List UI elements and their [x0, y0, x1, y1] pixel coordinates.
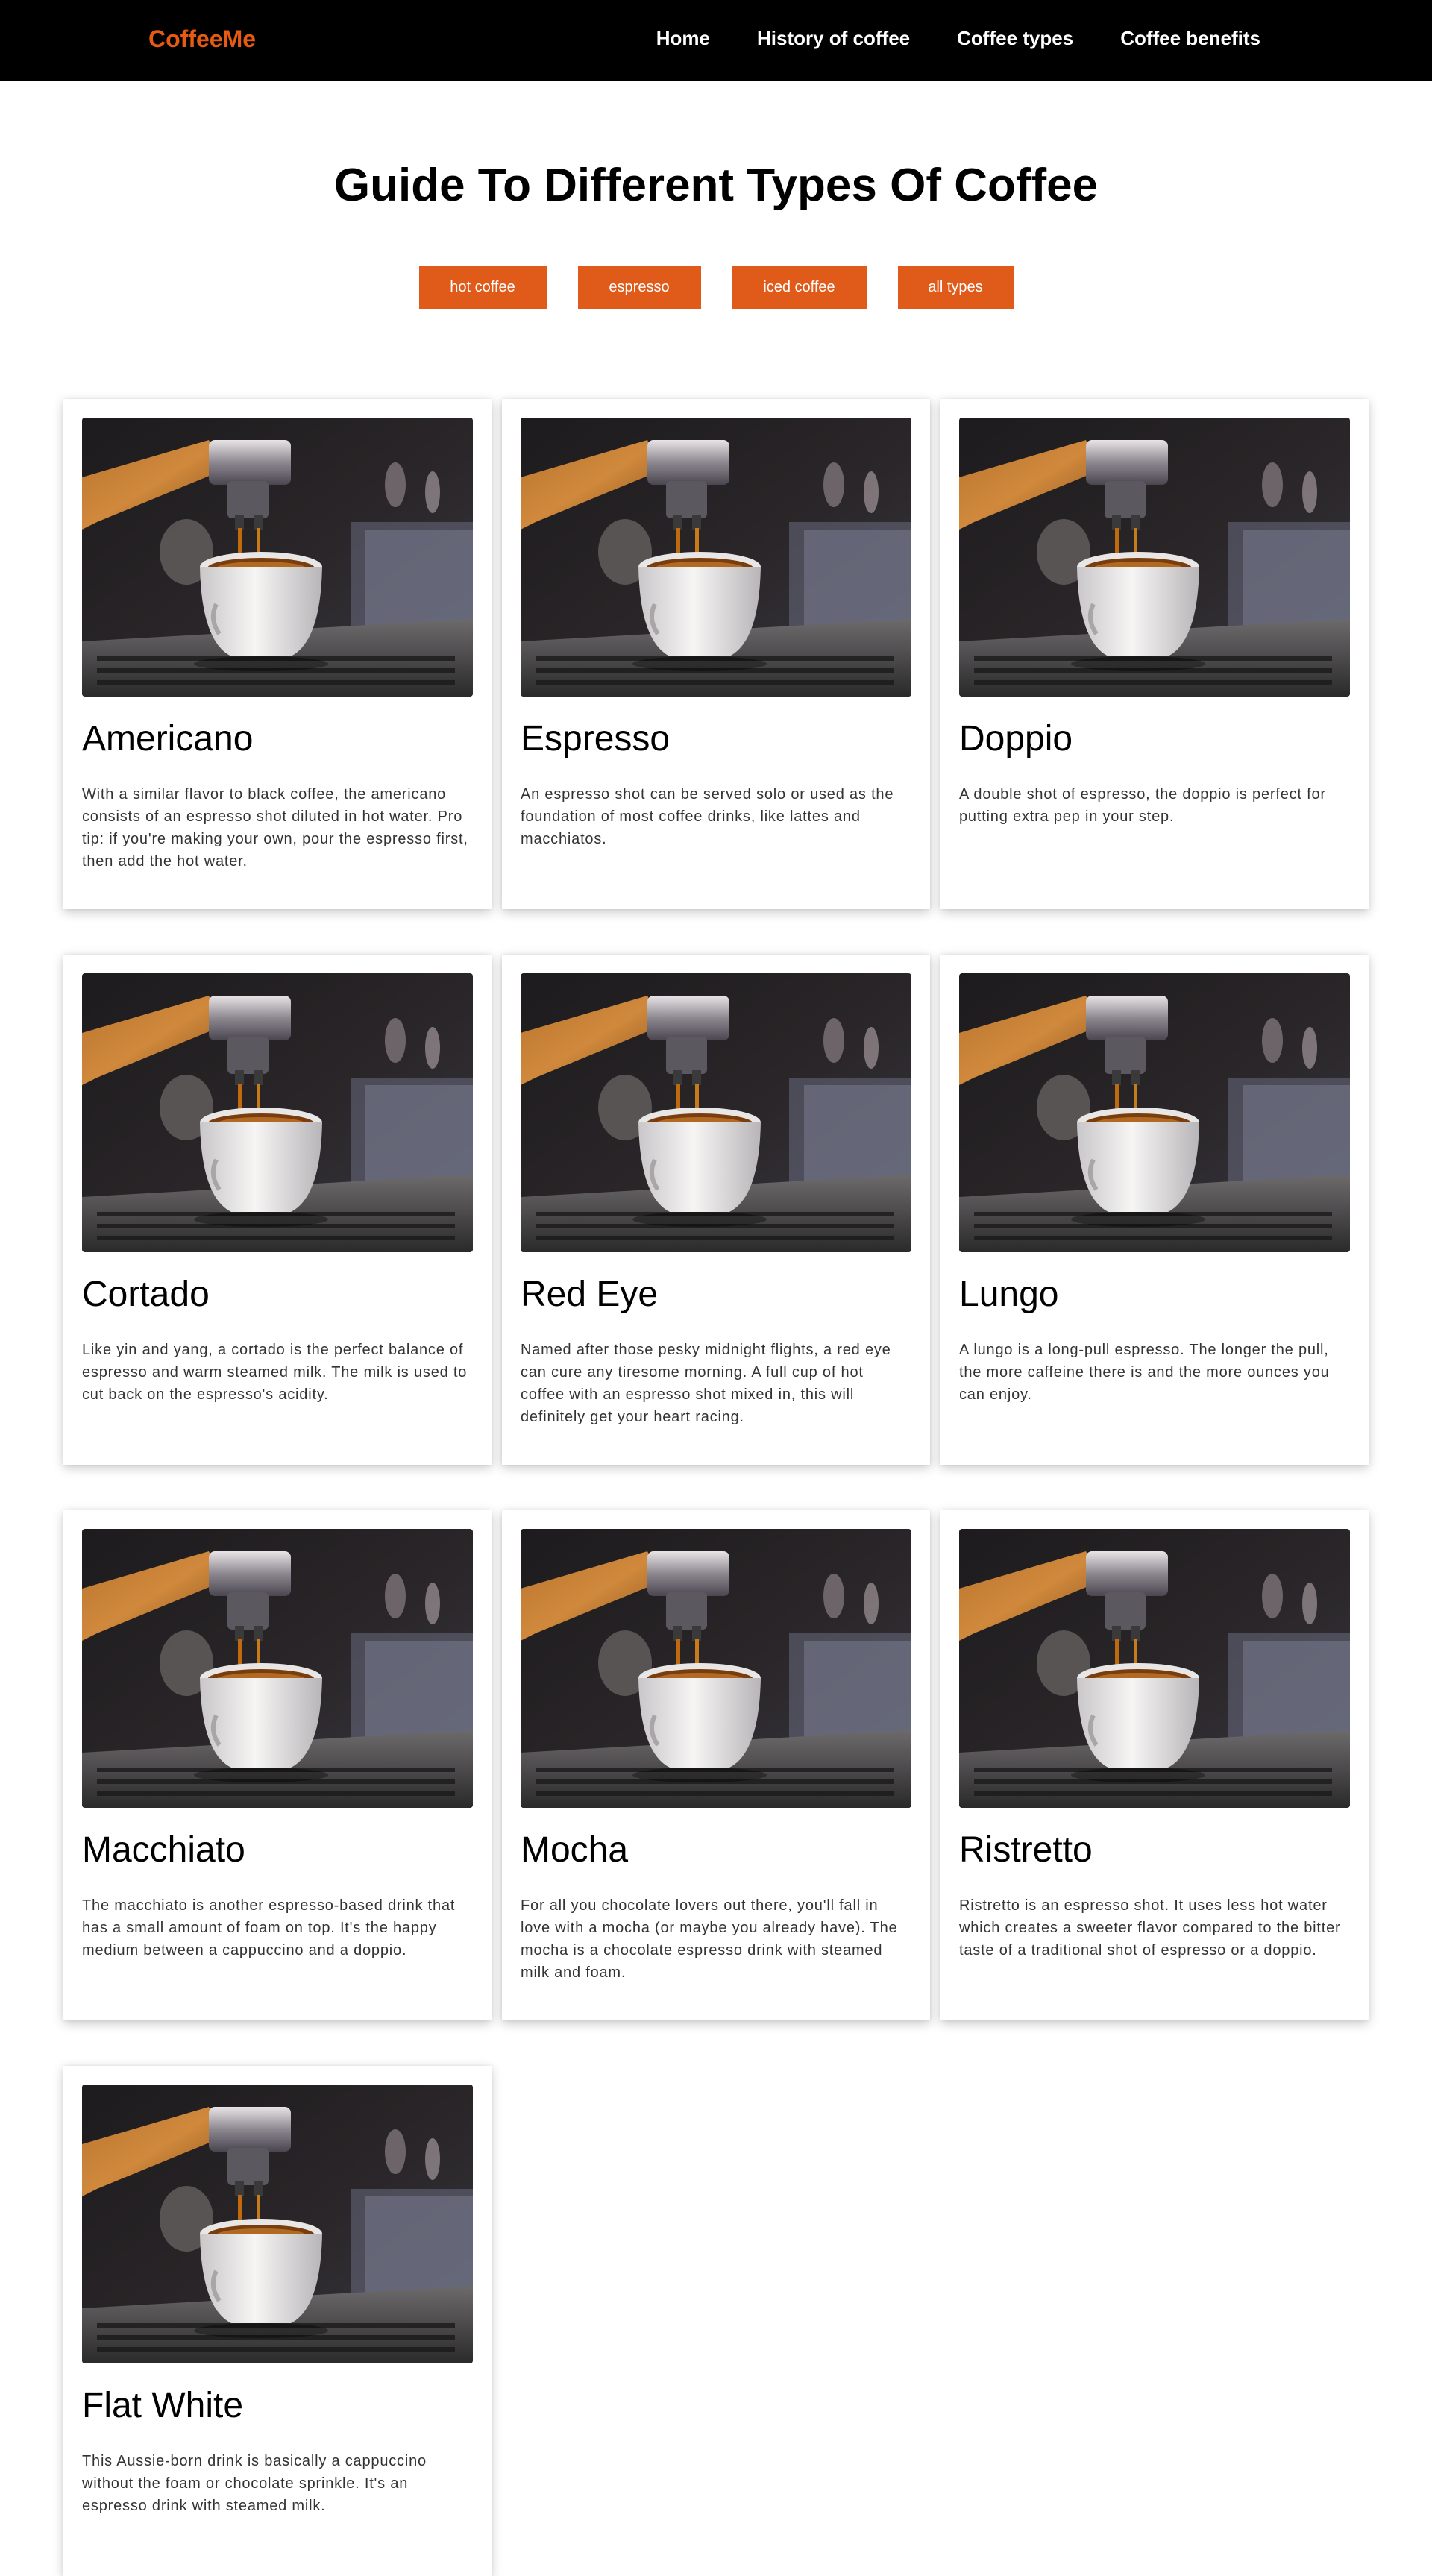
card-title: Espresso: [521, 719, 671, 758]
main-nav: Home History of coffee Coffee types Coff…: [609, 27, 1260, 50]
coffee-photo: [82, 1529, 473, 1808]
coffee-photo: [521, 1529, 911, 1808]
card-title: Red Eye: [521, 1275, 659, 1314]
card-description: Like yin and yang, a cortado is the perf…: [82, 1342, 468, 1403]
filter-bar: hot coffee espresso iced coffee all type…: [0, 266, 1432, 309]
card-title: Cortado: [82, 1275, 210, 1314]
coffee-card-americano[interactable]: Americano With a similar flavor to black…: [63, 399, 492, 909]
top-navbar: CoffeeMe Home History of coffee Coffee t…: [0, 0, 1432, 81]
card-description: Ristretto is an espresso shot. It uses l…: [959, 1897, 1341, 1958]
nav-history-of-coffee[interactable]: History of coffee: [757, 27, 910, 50]
card-title: Flat White: [82, 2386, 244, 2425]
nav-coffee-benefits[interactable]: Coffee benefits: [1120, 27, 1260, 50]
card-description: An espresso shot can be served solo or u…: [521, 786, 894, 847]
card-description: With a similar flavor to black coffee, t…: [82, 786, 468, 870]
coffee-photo: [82, 418, 473, 697]
filter-espresso-button[interactable]: espresso: [577, 266, 701, 309]
coffee-card-lungo[interactable]: Lungo A lungo is a long-pull espresso. T…: [940, 955, 1369, 1465]
coffee-photo: [959, 418, 1350, 697]
nav-home[interactable]: Home: [656, 27, 710, 50]
coffee-card-red-eye[interactable]: Red Eye Named after those pesky midnight…: [502, 955, 930, 1465]
coffee-card-espresso[interactable]: Espresso An espresso shot can be served …: [502, 399, 930, 909]
coffee-photo: [82, 973, 473, 1252]
card-title: Macchiato: [82, 1830, 245, 1870]
card-title: Lungo: [959, 1275, 1059, 1314]
coffee-photo: [959, 1529, 1350, 1808]
coffee-card-macchiato[interactable]: Macchiato The macchiato is another espre…: [63, 1510, 492, 2020]
nav-coffee-types[interactable]: Coffee types: [957, 27, 1073, 50]
card-title: Ristretto: [959, 1830, 1093, 1870]
card-title: Mocha: [521, 1830, 629, 1870]
card-description: A lungo is a long-pull espresso. The lon…: [959, 1342, 1330, 1403]
coffee-photo: [521, 973, 911, 1252]
coffee-card-flat-white[interactable]: Flat White This Aussie-born drink is bas…: [63, 2066, 492, 2576]
card-description: A double shot of espresso, the doppio is…: [959, 786, 1326, 825]
card-description: For all you chocolate lovers out there, …: [521, 1897, 898, 1981]
filter-all-types-button[interactable]: all types: [897, 266, 1014, 309]
coffee-card-ristretto[interactable]: Ristretto Ristretto is an espresso shot.…: [940, 1510, 1369, 2020]
card-title: Americano: [82, 719, 254, 758]
logo-link[interactable]: CoffeeMe: [148, 25, 256, 53]
filter-iced-coffee-button[interactable]: iced coffee: [732, 266, 867, 309]
coffee-photo: [959, 973, 1350, 1252]
card-description: Named after those pesky midnight flights…: [521, 1342, 891, 1425]
coffee-photo: [82, 2085, 473, 2363]
coffee-card-doppio[interactable]: Doppio A double shot of espresso, the do…: [940, 399, 1369, 909]
coffee-card-mocha[interactable]: Mocha For all you chocolate lovers out t…: [502, 1510, 930, 2020]
card-title: Doppio: [959, 719, 1073, 758]
card-description: This Aussie-born drink is basically a ca…: [82, 2453, 427, 2514]
filter-hot-coffee-button[interactable]: hot coffee: [418, 266, 547, 309]
card-description: The macchiato is another espresso-based …: [82, 1897, 456, 1958]
coffee-photo: [521, 418, 911, 697]
coffee-card-grid: Americano With a similar flavor to black…: [63, 399, 1370, 2576]
page-title: Guide To Different Types Of Coffee: [333, 160, 1099, 211]
coffee-card-cortado[interactable]: Cortado Like yin and yang, a cortado is …: [63, 955, 492, 1465]
